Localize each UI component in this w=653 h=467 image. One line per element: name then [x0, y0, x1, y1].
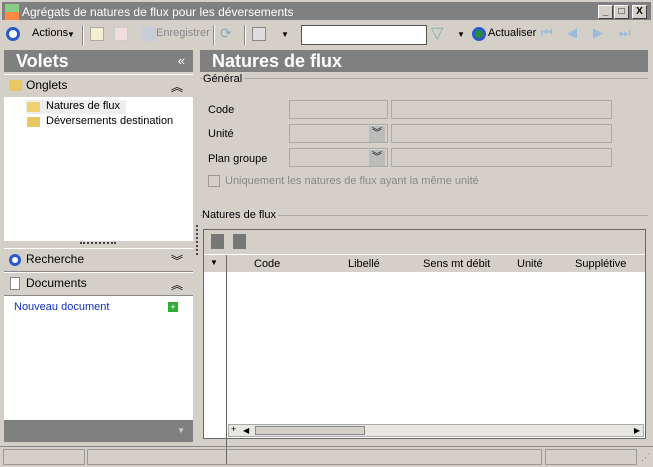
same-unit-checkbox[interactable] [208, 175, 220, 187]
vertical-splitter[interactable] [196, 225, 198, 255]
page-title: Natures de flux [212, 51, 343, 71]
column-header-sens[interactable]: Sens mt débit [423, 258, 490, 270]
section-onglets[interactable]: Onglets ︽ [4, 74, 193, 98]
horizontal-scrollbar[interactable]: + ◀ ▶ [228, 424, 644, 437]
tabs-tree: Natures de flux Déversements destination [4, 97, 193, 241]
divider [226, 255, 227, 465]
status-panel [87, 449, 542, 465]
print-dropdown-icon[interactable]: ▼ [281, 30, 289, 39]
section-label: Recherche [26, 252, 85, 266]
collapse-icon[interactable]: ︽ [171, 78, 183, 95]
scroll-left-icon[interactable]: ◀ [243, 426, 249, 435]
plan-group-description-field[interactable] [391, 148, 612, 167]
tree-item-label: Natures de flux [46, 100, 120, 112]
toolbar: Actions ▼ Enregistrer ⟳ ▼ ▽ ▼ Actualiser … [0, 22, 653, 48]
chevron-down-icon[interactable]: ︾ [369, 126, 385, 142]
unit-description-field[interactable] [391, 124, 612, 143]
status-panel [545, 449, 637, 465]
volets-title: Volets [16, 51, 69, 71]
new-document-link[interactable]: Nouveau document [14, 301, 109, 313]
code-description-field[interactable] [391, 100, 612, 119]
resize-grip-icon[interactable]: ⋰ [641, 452, 650, 463]
section-recherche[interactable]: Recherche ︾ [4, 248, 193, 272]
actions-icon [6, 27, 20, 41]
splitter-handle[interactable] [80, 242, 116, 244]
next-record-icon[interactable]: ▶ [593, 25, 603, 41]
window-title: Agrégats de natures de flux pour les dév… [22, 5, 294, 19]
plan-group-label: Plan groupe [208, 153, 268, 165]
left-footer: ▼ [4, 420, 193, 442]
add-row-icon[interactable] [211, 234, 224, 249]
divider [200, 78, 648, 79]
filter-dropdown-icon[interactable]: ▼ [457, 30, 465, 39]
document-icon [10, 277, 20, 290]
code-label: Code [208, 104, 235, 116]
column-header-code[interactable]: Code [254, 258, 280, 270]
app-logo-icon [5, 4, 19, 20]
grid-group-label: Natures de flux [202, 209, 278, 221]
chevron-down-icon[interactable]: ︾ [369, 150, 385, 166]
delete-icon[interactable] [114, 27, 128, 41]
documents-pane: Nouveau document + [4, 296, 193, 420]
tree-item-label: Déversements destination [46, 115, 174, 127]
scrollbar-thumb[interactable] [255, 426, 365, 435]
save-button[interactable]: Enregistrer [156, 27, 210, 39]
folder-icon [9, 80, 22, 91]
volets-header: Volets « [4, 50, 193, 72]
refresh-button[interactable]: Actualiser [488, 27, 536, 39]
plan-group-select[interactable]: ︾ [289, 148, 388, 167]
chevron-down-icon[interactable]: ▼ [177, 426, 185, 435]
actions-dropdown-icon: ▼ [67, 30, 75, 39]
last-record-icon[interactable]: ⏭ [619, 25, 631, 41]
status-bar: ⋰ [0, 446, 653, 467]
tree-item-deversements-destination[interactable]: Déversements destination [26, 115, 186, 129]
scroll-right-icon[interactable]: ▶ [634, 426, 640, 435]
section-label: Documents [26, 276, 87, 290]
refresh-icon [472, 27, 486, 41]
section-label: Onglets [26, 78, 68, 92]
folder-icon [27, 117, 40, 127]
section-documents[interactable]: Documents ︽ [4, 272, 193, 296]
maximize-button[interactable]: □ [614, 5, 629, 19]
sync-icon[interactable]: ⟳ [220, 25, 234, 41]
separator [82, 25, 84, 45]
column-header-unite[interactable]: Unité [517, 258, 543, 270]
main-header: Natures de flux [200, 50, 648, 72]
edit-row-icon[interactable] [233, 234, 246, 249]
collapse-icon[interactable]: ︽ [171, 276, 183, 293]
unit-select[interactable]: ︾ [289, 124, 388, 143]
same-unit-checkbox-label: Uniquement les natures de flux ayant la … [225, 175, 479, 187]
close-button[interactable]: X [632, 5, 647, 19]
expand-icon[interactable]: ︾ [171, 252, 183, 269]
general-group-label: Général [203, 73, 245, 85]
unit-label: Unité [208, 128, 234, 140]
column-chooser-icon[interactable]: ▼ [210, 258, 218, 267]
search-section-icon [9, 254, 21, 266]
first-record-icon[interactable]: ⏮ [541, 25, 553, 41]
actions-menu[interactable]: Actions [32, 27, 68, 39]
minimize-button[interactable]: _ [598, 5, 613, 19]
collapse-panel-button[interactable]: « [178, 53, 185, 68]
status-panel [3, 449, 85, 465]
save-icon [142, 27, 156, 41]
folder-open-icon [27, 102, 40, 112]
column-header-suppletive[interactable]: Supplétive [575, 258, 626, 270]
add-icon[interactable]: + [168, 302, 178, 312]
separator [244, 25, 246, 45]
separator [213, 25, 215, 45]
search-input[interactable] [301, 25, 427, 45]
previous-record-icon[interactable]: ◀ [567, 25, 577, 41]
column-header-libelle[interactable]: Libellé [348, 258, 380, 270]
code-field[interactable] [289, 100, 388, 119]
filter-icon[interactable]: ▽ [431, 23, 443, 43]
add-row-button[interactable]: + [231, 424, 236, 434]
title-bar: Agrégats de natures de flux pour les dév… [0, 0, 653, 22]
grid-toolbar [204, 230, 645, 254]
new-icon[interactable] [90, 27, 104, 41]
tree-item-natures-de-flux[interactable]: Natures de flux [26, 100, 126, 114]
print-icon[interactable] [252, 27, 266, 41]
